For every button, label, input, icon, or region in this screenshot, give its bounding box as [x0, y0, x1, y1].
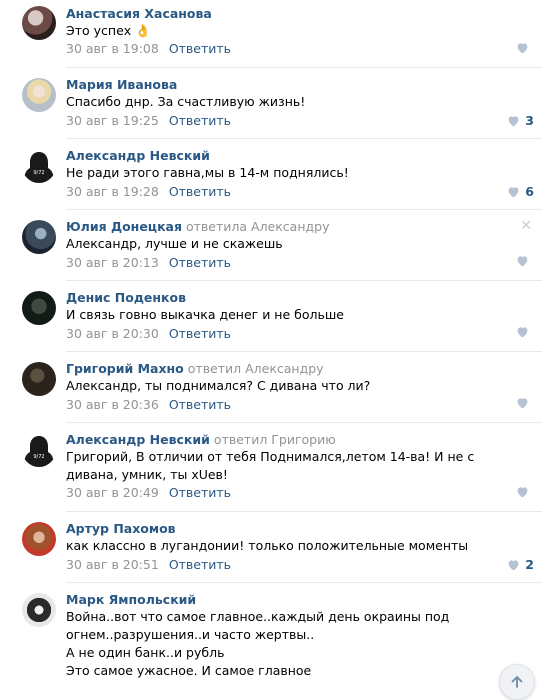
comment-item: 9/72 Александр Невский ответил Григорию … [0, 423, 558, 512]
comment-date[interactable]: 30 авг в 19:08 [66, 41, 159, 56]
comment-item: Анастасия Хасанова Это успех 👌 30 авг в … [0, 0, 558, 68]
like-button[interactable] [516, 326, 534, 338]
heart-icon [517, 327, 528, 338]
avatar[interactable] [22, 593, 56, 627]
like-button[interactable]: 6 [507, 184, 534, 199]
avatar[interactable] [22, 78, 56, 112]
heart-icon [517, 487, 528, 498]
like-count: 6 [525, 184, 534, 199]
avatar[interactable] [22, 291, 56, 325]
comment-header: Юлия Донецкая ответила Александру [66, 219, 329, 234]
heart-icon [508, 186, 519, 197]
avatar[interactable]: 9/72 [22, 149, 56, 183]
comment-item: Артур Пахомов как классно в лугандонии! … [0, 512, 558, 583]
comment-text: И связь говно выкачка денег и не больше [66, 307, 344, 322]
comment-text: Спасибо днр. За счастливую жизнь! [66, 94, 306, 109]
comment-header: Александр Невский [66, 148, 210, 163]
like-button[interactable] [516, 42, 534, 54]
reply-button[interactable]: Ответить [169, 326, 231, 341]
heart-icon [517, 43, 528, 54]
avatar[interactable]: 9/72 [22, 433, 56, 467]
comment-header: Артур Пахомов [66, 521, 176, 536]
comment-meta: 30 авг в 19:25 Ответить [66, 113, 231, 128]
comment-author[interactable]: Мария Иванова [66, 77, 177, 92]
comment-meta: 30 авг в 20:30 Ответить [66, 326, 231, 341]
svg-text:9/72: 9/72 [33, 454, 44, 460]
comment-meta: 30 авг в 19:08 Ответить [66, 41, 231, 56]
comment-author[interactable]: Григорий Махно [66, 361, 184, 376]
scroll-to-top-button[interactable] [499, 664, 535, 700]
comment-author[interactable]: Марк Ямпольский [66, 592, 196, 607]
comment-item: Мария Иванова Спасибо днр. За счастливую… [0, 68, 558, 139]
comment-item: Денис Поденков И связь говно выкачка ден… [0, 281, 558, 352]
comment-text: Это успех 👌 [66, 23, 151, 38]
comment-author[interactable]: Артур Пахомов [66, 521, 176, 536]
comment-text: Григорий, В отличии от тебя Поднимался,л… [66, 449, 475, 482]
reply-button[interactable]: Ответить [169, 397, 231, 412]
comment-header: Анастасия Хасанова [66, 6, 212, 21]
comment-header: Марк Ямпольский [66, 592, 196, 607]
comment-meta: 30 авг в 19:28 Ответить [66, 184, 231, 199]
comment-meta: 30 авг в 20:13 Ответить [66, 255, 231, 270]
heart-icon [517, 398, 528, 409]
heart-icon [508, 115, 519, 126]
comment-author[interactable]: Денис Поденков [66, 290, 186, 305]
hooded-figure-icon: 9/72 [24, 152, 54, 183]
avatar[interactable] [22, 6, 56, 40]
like-button[interactable] [516, 486, 534, 498]
heart-icon [508, 559, 519, 570]
comment-item: Юлия Донецкая ответила Александру ✕ Алек… [0, 210, 558, 281]
comment-text: Александр, ты поднимался? С дивана что л… [66, 378, 371, 393]
comment-text: как классно в лугандонии! только положит… [66, 538, 469, 553]
reply-to-label[interactable]: ответил Александру [188, 361, 324, 376]
avatar[interactable] [22, 362, 56, 396]
reply-button[interactable]: Ответить [169, 184, 231, 199]
comment-item: 9/72 Александр Невский Не ради этого гав… [0, 139, 558, 210]
like-count: 3 [525, 113, 534, 128]
comment-date[interactable]: 30 авг в 20:36 [66, 397, 159, 412]
like-count: 2 [525, 557, 534, 572]
comment-date[interactable]: 30 авг в 20:13 [66, 255, 159, 270]
comment-author[interactable]: Александр Невский [66, 432, 210, 447]
arrow-up-icon [511, 676, 523, 688]
hooded-figure-icon: 9/72 [24, 436, 54, 467]
reply-to-label[interactable]: ответил Григорию [214, 432, 336, 447]
comment-date[interactable]: 30 авг в 19:25 [66, 113, 159, 128]
reply-button[interactable]: Ответить [169, 255, 231, 270]
svg-text:9/72: 9/72 [33, 170, 44, 176]
close-icon[interactable]: ✕ [520, 218, 532, 234]
comment-header: Григорий Махно ответил Александру [66, 361, 324, 376]
avatar[interactable] [22, 220, 56, 254]
comment-header: Денис Поденков [66, 290, 186, 305]
reply-to-label[interactable]: ответила Александру [186, 219, 329, 234]
comment-date[interactable]: 30 авг в 20:30 [66, 326, 159, 341]
reply-button[interactable]: Ответить [169, 485, 231, 500]
reply-button[interactable]: Ответить [169, 557, 231, 572]
like-button[interactable] [516, 397, 534, 409]
comment-author[interactable]: Анастасия Хасанова [66, 6, 212, 21]
like-button[interactable]: 3 [507, 113, 534, 128]
comment-item: Марк Ямпольский Война..вот что самое гла… [0, 583, 558, 680]
heart-icon [517, 256, 528, 267]
comment-meta: 30 авг в 20:51 Ответить [66, 557, 231, 572]
comment-text: Война..вот что самое главное..каждый ден… [66, 609, 450, 678]
reply-button[interactable]: Ответить [169, 113, 231, 128]
comment-meta: 30 авг в 20:36 Ответить [66, 397, 231, 412]
comment-author[interactable]: Александр Невский [66, 148, 210, 163]
like-button[interactable]: 2 [507, 557, 534, 572]
comment-author[interactable]: Юлия Донецкая [66, 219, 182, 234]
comment-date[interactable]: 30 авг в 20:49 [66, 485, 159, 500]
avatar[interactable] [22, 522, 56, 556]
comment-date[interactable]: 30 авг в 19:28 [66, 184, 159, 199]
comment-header: Мария Иванова [66, 77, 177, 92]
comment-date[interactable]: 30 авг в 20:51 [66, 557, 159, 572]
comment-meta: 30 авг в 20:49 Ответить [66, 485, 231, 500]
comment-header: Александр Невский ответил Григорию [66, 432, 336, 447]
reply-button[interactable]: Ответить [169, 41, 231, 56]
like-button[interactable] [516, 255, 534, 267]
comment-text: Александр, лучше и не скажешь [66, 236, 283, 251]
comment-text: Не ради этого гавна,мы в 14-м поднялись! [66, 165, 349, 180]
comment-item: Григорий Махно ответил Александру Алекса… [0, 352, 558, 423]
